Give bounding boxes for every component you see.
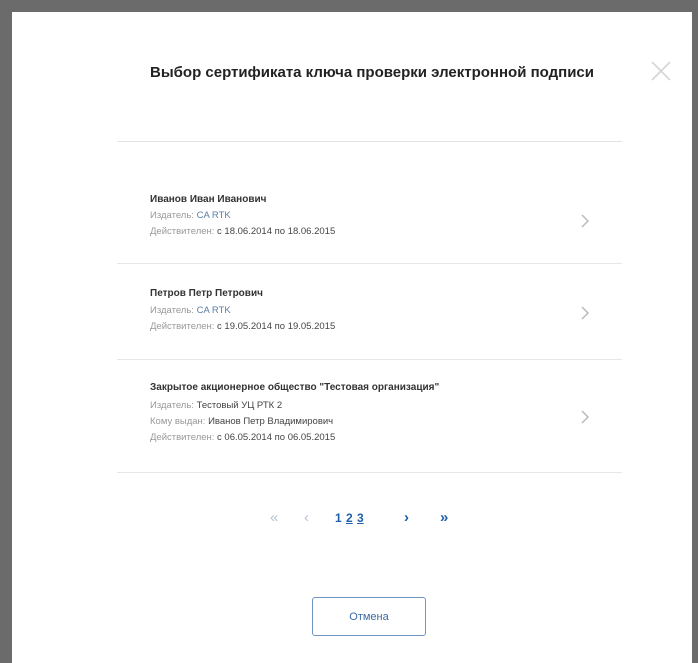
chevron-right-icon: [580, 214, 590, 228]
issuer-value: CA RTK: [196, 210, 231, 221]
last-page-button[interactable]: »: [440, 509, 448, 526]
issuer-value: Тестовый УЦ РТК 2: [196, 400, 283, 411]
certificate-item-2[interactable]: Петров Петр Петрович Издатель: CA RTK Де…: [117, 264, 622, 360]
certificate-item-3[interactable]: Закрытое акционерное общество "Тестовая …: [117, 360, 622, 473]
certificate-issuer: Издатель: Тестовый УЦ РТК 2: [150, 400, 282, 411]
issuer-value: CA RTK: [196, 305, 231, 316]
issuer-label: Издатель:: [150, 305, 194, 316]
certificate-owner: Закрытое акционерное общество "Тестовая …: [150, 382, 440, 393]
certificate-list: Иванов Иван Иванович Издатель: CA RTK Де…: [117, 142, 622, 473]
issued-to-label: Кому выдан:: [150, 416, 206, 427]
certificate-item-1[interactable]: Иванов Иван Иванович Издатель: CA RTK Де…: [117, 142, 622, 264]
issued-to-value: Иванов Петр Владимирович: [208, 416, 334, 427]
certificate-owner: Иванов Иван Иванович: [150, 194, 267, 205]
certificate-validity: Действителен: с 19.05.2014 по 19.05.2015: [150, 321, 335, 332]
validity-value: с 19.05.2014 по 19.05.2015: [217, 321, 336, 332]
chevron-right-icon: [580, 410, 590, 424]
page-3-button[interactable]: 3: [357, 511, 364, 525]
validity-label: Действителен:: [150, 432, 215, 443]
first-page-button[interactable]: «: [270, 509, 278, 526]
chevron-right-icon: [580, 306, 590, 320]
certificate-issued-to: Кому выдан: Иванов Петр Владимирович: [150, 416, 333, 427]
prev-page-button[interactable]: ‹: [304, 509, 309, 526]
certificate-owner: Петров Петр Петрович: [150, 288, 263, 299]
validity-label: Действителен:: [150, 321, 215, 332]
certificate-dialog: Выбор сертификата ключа проверки электро…: [12, 12, 692, 663]
certificate-validity: Действителен: с 18.06.2014 по 18.06.2015: [150, 226, 335, 237]
validity-label: Действителен:: [150, 226, 215, 237]
certificate-validity: Действителен: с 06.05.2014 по 06.05.2015: [150, 432, 335, 443]
issuer-label: Издатель:: [150, 400, 194, 411]
page-1-button[interactable]: 1: [335, 511, 342, 525]
next-page-button[interactable]: ›: [404, 509, 409, 526]
dialog-title: Выбор сертификата ключа проверки электро…: [150, 64, 594, 81]
validity-value: с 18.06.2014 по 18.06.2015: [217, 226, 336, 237]
cancel-button[interactable]: Отмена: [312, 597, 426, 636]
page-2-button[interactable]: 2: [346, 511, 353, 525]
certificate-issuer: Издатель: CA RTK: [150, 210, 231, 221]
window-frame: Выбор сертификата ключа проверки электро…: [0, 0, 698, 663]
close-icon[interactable]: [648, 58, 674, 84]
certificate-issuer: Издатель: CA RTK: [150, 305, 231, 316]
issuer-label: Издатель:: [150, 210, 194, 221]
validity-value: с 06.05.2014 по 06.05.2015: [217, 432, 336, 443]
